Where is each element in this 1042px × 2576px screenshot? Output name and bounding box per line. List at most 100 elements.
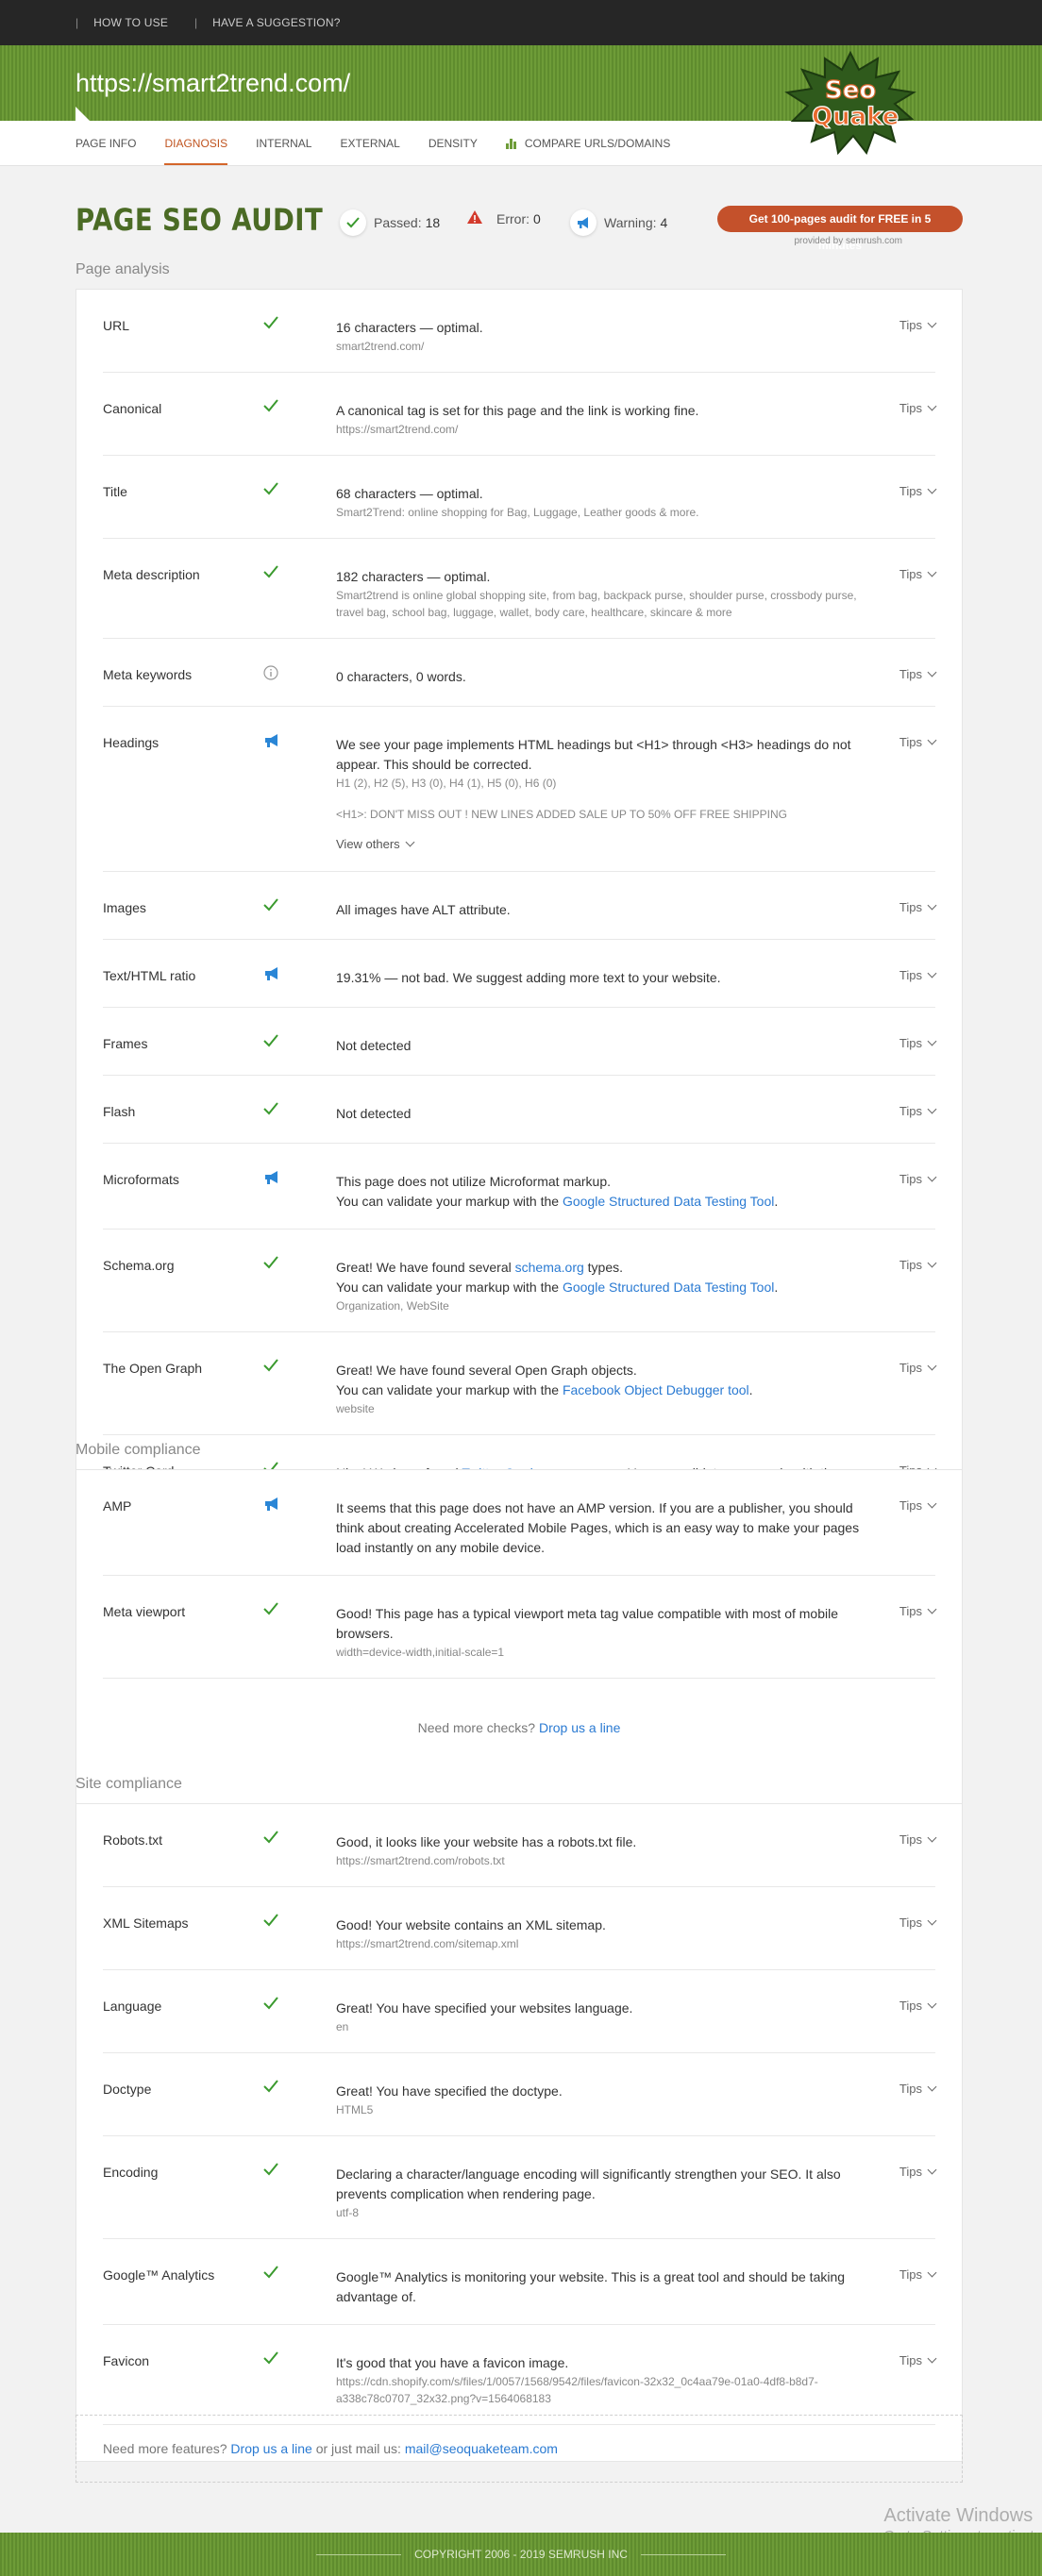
- view-others-button[interactable]: View others: [336, 834, 415, 854]
- audit-row-xml-sitemaps: XML Sitemaps Good! Your website contains …: [103, 1887, 937, 1970]
- check-icon: [263, 2163, 282, 2182]
- row-content: All images have ALT attribute.: [336, 900, 865, 920]
- tips-toggle[interactable]: Tips: [899, 900, 937, 914]
- megaphone-icon: [570, 209, 597, 236]
- tips-toggle[interactable]: Tips: [899, 2082, 937, 2096]
- row-main-text: Great! You have specified the doctype.: [336, 2083, 563, 2099]
- chevron-down-icon: [927, 900, 937, 911]
- row-link[interactable]: schema.org: [515, 1260, 584, 1275]
- row-label: Images: [103, 900, 146, 915]
- tips-label: Tips: [899, 2353, 922, 2367]
- tips-label: Tips: [899, 484, 922, 498]
- row-label: Google™ Analytics: [103, 2267, 215, 2283]
- page-url: https://smart2trend.com/: [76, 69, 351, 97]
- tips-label: Tips: [899, 1036, 922, 1050]
- tips-toggle[interactable]: Tips: [899, 1172, 937, 1186]
- nav-compare-urls[interactable]: COMPARE URLS/DOMAINS: [505, 137, 670, 165]
- row-content: It seems that this page does not have an…: [336, 1498, 865, 1558]
- tips-toggle[interactable]: Tips: [899, 667, 937, 681]
- nav-page-info[interactable]: PAGE INFO: [76, 137, 136, 165]
- drop-us-a-line-link[interactable]: Drop us a line: [539, 1720, 620, 1735]
- seoquake-logo[interactable]: Seo Quake: [780, 51, 921, 155]
- audit-row-canonical: Canonical A canonical tag is set for this…: [103, 373, 937, 456]
- tips-toggle[interactable]: Tips: [899, 1498, 937, 1513]
- audit-row-amp: AMP It seems that this page does not have…: [103, 1470, 937, 1576]
- chevron-down-icon: [927, 567, 937, 577]
- row-main-text: 182 characters — optimal.: [336, 569, 491, 584]
- tips-toggle[interactable]: Tips: [899, 1999, 937, 2013]
- row-label: The Open Graph: [103, 1361, 203, 1376]
- row-main-text: Not detected: [336, 1038, 412, 1053]
- audit-row-google-analytics: Google™ Analytics Google™ Analytics is mo…: [103, 2239, 937, 2325]
- text: You can validate your markup with the: [336, 1194, 563, 1209]
- check-icon: [263, 2266, 282, 2284]
- row-main-text: Great! We have found several Open Graph …: [336, 1363, 637, 1378]
- tips-toggle[interactable]: Tips: [899, 1604, 937, 1618]
- chevron-down-icon: [927, 1604, 937, 1614]
- text: You can validate your markup with the: [336, 1280, 563, 1295]
- chevron-down-icon: [405, 837, 415, 847]
- row-detail: smart2trend.com/: [336, 340, 425, 353]
- how-to-use-link[interactable]: HOW TO USE: [93, 16, 168, 29]
- more-features-box: Need more features? Drop us a line or ju…: [76, 2415, 963, 2483]
- tips-toggle[interactable]: Tips: [899, 318, 937, 332]
- chevron-down-icon: [927, 735, 937, 745]
- header-notch: [76, 107, 91, 122]
- nav-internal[interactable]: INTERNAL: [256, 137, 311, 165]
- audit-row-encoding: Encoding Declaring a character/language e…: [103, 2136, 937, 2239]
- row-label: Text/HTML ratio: [103, 968, 196, 983]
- tips-toggle[interactable]: Tips: [899, 1832, 937, 1847]
- check-icon: [263, 1359, 282, 1378]
- chevron-down-icon: [927, 1104, 937, 1114]
- validator-link[interactable]: Google Structured Data Testing Tool: [563, 1280, 774, 1295]
- audit-row-microformats: Microformats This page does not utilize M…: [103, 1144, 937, 1229]
- chevron-down-icon: [927, 1999, 937, 2009]
- tips-toggle[interactable]: Tips: [899, 735, 937, 749]
- row-validate-text: You can validate your markup with the Go…: [336, 1278, 865, 1297]
- row-content: Not detected: [336, 1036, 865, 1056]
- separator: |: [194, 16, 198, 29]
- chevron-down-icon: [927, 2082, 937, 2092]
- tips-toggle[interactable]: Tips: [899, 1036, 937, 1050]
- nav-density[interactable]: DENSITY: [429, 137, 478, 165]
- tips-toggle[interactable]: Tips: [899, 2267, 937, 2282]
- tips-toggle[interactable]: Tips: [899, 2353, 937, 2367]
- warning-count: 4: [660, 215, 668, 230]
- logo-text-seo: Seo: [825, 76, 876, 105]
- tips-toggle[interactable]: Tips: [899, 401, 937, 415]
- features-mail-link[interactable]: mail@seoquaketeam.com: [405, 2441, 558, 2456]
- tips-label: Tips: [899, 401, 922, 415]
- watermark-line1: Activate Windows: [883, 2505, 1034, 2526]
- tips-label: Tips: [899, 968, 922, 982]
- tips-toggle[interactable]: Tips: [899, 1361, 937, 1375]
- row-content: 182 characters — optimal. Smart2trend is …: [336, 567, 865, 621]
- tips-toggle[interactable]: Tips: [899, 2165, 937, 2179]
- tips-label: Tips: [899, 1361, 922, 1375]
- tips-toggle[interactable]: Tips: [899, 1258, 937, 1272]
- tips-toggle[interactable]: Tips: [899, 567, 937, 581]
- row-detail: utf-8: [336, 2206, 360, 2219]
- row-label: Canonical: [103, 401, 162, 416]
- tips-toggle[interactable]: Tips: [899, 1915, 937, 1930]
- nav-external[interactable]: EXTERNAL: [340, 137, 399, 165]
- row-main-text: Good, it looks like your website has a r…: [336, 1834, 637, 1849]
- row-detail: en: [336, 2020, 349, 2033]
- top-bar: | HOW TO USE | HAVE A SUGGESTION?: [0, 0, 1042, 45]
- mobile-compliance-card: AMP It seems that this page does not have…: [76, 1469, 963, 1810]
- need-more-checks: Need more checks? Drop us a line: [103, 1679, 935, 1773]
- features-drop-line-link[interactable]: Drop us a line: [230, 2441, 311, 2456]
- features-mid-text: or just mail us:: [315, 2441, 401, 2456]
- check-icon: [263, 898, 282, 917]
- free-audit-button[interactable]: Get 100-pages audit for FREE in 5 minute…: [717, 206, 963, 252]
- tips-toggle[interactable]: Tips: [899, 1104, 937, 1118]
- tips-label: Tips: [899, 1999, 922, 2013]
- tips-toggle[interactable]: Tips: [899, 484, 937, 498]
- check-icon: [263, 1602, 282, 1621]
- tips-toggle[interactable]: Tips: [899, 968, 937, 982]
- warning-stat: Warning: 4: [570, 209, 667, 236]
- row-validate-text: You can validate your markup with the Go…: [336, 1192, 865, 1212]
- validator-link[interactable]: Facebook Object Debugger tool: [563, 1382, 749, 1397]
- suggestion-link[interactable]: HAVE A SUGGESTION?: [212, 16, 340, 29]
- validator-link[interactable]: Google Structured Data Testing Tool: [563, 1194, 774, 1209]
- nav-diagnosis[interactable]: DIAGNOSIS: [164, 137, 228, 165]
